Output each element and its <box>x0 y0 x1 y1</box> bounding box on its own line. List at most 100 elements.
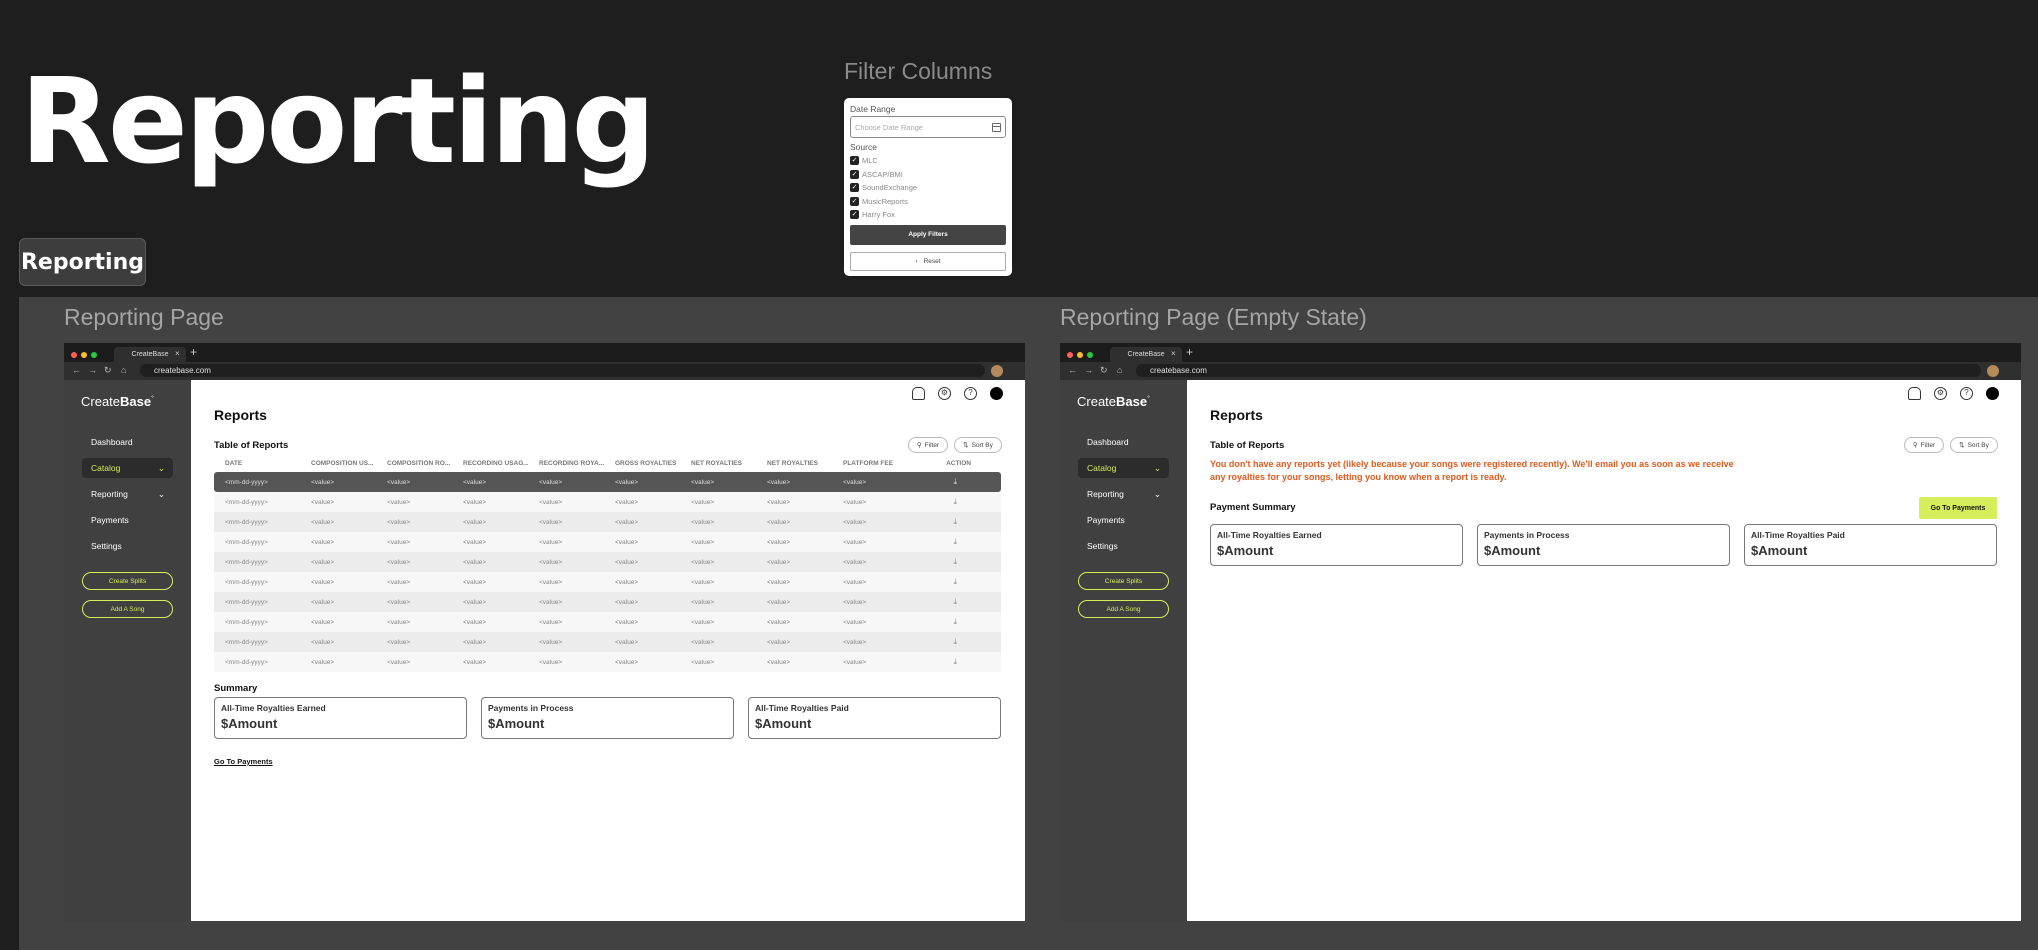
minimize-window-dot[interactable] <box>1077 352 1083 358</box>
reload-icon[interactable]: ↻ <box>104 365 112 376</box>
minimize-window-dot[interactable] <box>81 352 87 358</box>
maximize-window-dot[interactable] <box>1087 352 1093 358</box>
url-input[interactable]: createbase.com <box>1136 364 1981 377</box>
close-window-dot[interactable] <box>1067 352 1073 358</box>
source-checkbox-harryfox[interactable]: ✓ Harry Fox <box>850 208 1006 222</box>
card-value: $Amount <box>1484 543 1541 558</box>
column-header-net-royalties-2[interactable]: NET ROYALTIES <box>756 460 832 472</box>
top-icon-bar: ⚙ ? <box>1908 387 1999 400</box>
sort-by-button[interactable]: ⇅ Sort By <box>1950 437 1998 453</box>
new-tab-icon[interactable]: + <box>1186 345 1193 359</box>
reload-icon[interactable]: ↻ <box>1100 365 1108 376</box>
column-header-recording-usage[interactable]: RECORDING USAG... <box>452 460 528 472</box>
download-icon[interactable]: ⤓ <box>908 477 1001 487</box>
card-label: All-Time Royalties Earned <box>221 703 326 713</box>
forward-icon[interactable]: → <box>88 365 97 375</box>
add-song-button[interactable]: Add A Song <box>1078 600 1169 618</box>
go-to-payments-link[interactable]: Go To Payments <box>214 757 273 766</box>
top-icon-bar: ⚙ ? <box>912 387 1003 400</box>
gear-icon[interactable]: ⚙ <box>1934 387 1947 400</box>
table-row[interactable]: <mm-dd-yyyy> <value> <value> <value> <value>… <box>214 552 1001 572</box>
download-icon[interactable]: ⤓ <box>908 637 1001 647</box>
chevron-down-icon: ⌄ <box>1153 488 1161 499</box>
forward-icon[interactable]: → <box>1084 365 1093 375</box>
download-icon[interactable]: ⤓ <box>908 557 1001 567</box>
card-value: $Amount <box>221 716 278 731</box>
apply-filters-button[interactable]: Apply Filters <box>850 224 1006 245</box>
column-header-composition-royalties[interactable]: COMPOSITION RO... <box>376 460 452 472</box>
table-row[interactable]: <mm-dd-yyyy> <value> <value> <value> <value>… <box>214 572 1001 592</box>
sidebar-item-catalog[interactable]: Catalog ⌄ <box>1078 458 1169 478</box>
source-checkbox-mlc[interactable]: ✓ MLC <box>850 154 1006 168</box>
sidebar-item-dashboard[interactable]: Dashboard <box>1078 432 1169 452</box>
sidebar-item-dashboard[interactable]: Dashboard <box>82 432 173 452</box>
profile-icon[interactable] <box>1986 387 1999 400</box>
column-header-recording-royalties[interactable]: RECORDING ROYA... <box>528 460 604 472</box>
close-tab-icon[interactable]: × <box>1171 349 1176 358</box>
sidebar-item-catalog[interactable]: Catalog ⌄ <box>82 458 173 478</box>
download-icon[interactable]: ⤓ <box>908 657 1001 667</box>
home-icon[interactable]: ⌂ <box>1117 365 1122 375</box>
maximize-window-dot[interactable] <box>91 352 97 358</box>
column-header-gross-royalties[interactable]: GROSS ROYALTIES <box>604 460 680 472</box>
help-icon[interactable]: ? <box>964 387 977 400</box>
sidebar-item-settings[interactable]: Settings <box>1078 536 1169 556</box>
table-row[interactable]: <mm-dd-yyyy> <value> <value> <value> <value>… <box>214 632 1001 652</box>
sidebar-item-settings[interactable]: Settings <box>82 536 173 556</box>
column-header-composition-usage[interactable]: COMPOSITION US... <box>300 460 376 472</box>
close-window-dot[interactable] <box>71 352 77 358</box>
new-tab-icon[interactable]: + <box>190 345 197 359</box>
create-splits-button[interactable]: Create Splits <box>82 572 173 590</box>
download-icon[interactable]: ⤓ <box>908 617 1001 627</box>
date-cell: <mm-dd-yyyy> <box>225 578 268 586</box>
table-row[interactable]: <mm-dd-yyyy> <value> <value> <value> <value>… <box>214 592 1001 612</box>
go-to-payments-button[interactable]: Go To Payments <box>1919 497 1997 519</box>
download-icon[interactable]: ⤓ <box>908 577 1001 587</box>
column-header-platform-fee[interactable]: PLATFORM FEE <box>832 460 908 472</box>
close-tab-icon[interactable]: × <box>175 349 180 358</box>
date-range-input[interactable]: Choose Date Range <box>850 116 1006 138</box>
column-header-net-royalties[interactable]: NET ROYALTIES <box>680 460 756 472</box>
help-icon[interactable]: ? <box>1960 387 1973 400</box>
create-splits-button[interactable]: Create Splits <box>1078 572 1169 590</box>
sort-by-button[interactable]: ⇅ Sort By <box>954 437 1002 453</box>
gear-icon[interactable]: ⚙ <box>938 387 951 400</box>
add-song-button[interactable]: Add A Song <box>82 600 173 618</box>
table-row[interactable]: <mm-dd-yyyy> <value> <value> <value> <value>… <box>214 512 1001 532</box>
download-icon[interactable]: ⤓ <box>908 597 1001 607</box>
source-checkbox-soundexchange[interactable]: ✓ SoundExchange <box>850 181 1006 195</box>
table-row[interactable]: <mm-dd-yyyy> <value> <value> <value> <value>… <box>214 492 1001 512</box>
reporting-section-pill[interactable]: Reporting <box>19 238 146 286</box>
column-header-date[interactable]: DATE <box>214 460 300 472</box>
bell-icon[interactable] <box>912 387 925 400</box>
sidebar-item-reporting[interactable]: Reporting ⌄ <box>82 484 173 504</box>
download-icon[interactable]: ⤓ <box>908 497 1001 507</box>
table-row[interactable]: <mm-dd-yyyy> <value> <value> <value> <value>… <box>214 652 1001 672</box>
back-icon[interactable]: ← <box>1068 365 1077 375</box>
download-icon[interactable]: ⤓ <box>908 517 1001 527</box>
download-icon[interactable]: ⤓ <box>908 537 1001 547</box>
url-input[interactable]: createbase.com <box>140 364 985 377</box>
profile-avatar[interactable] <box>991 365 1003 377</box>
browser-address-bar: ← → ↻ ⌂ createbase.com <box>1060 362 2021 380</box>
source-checkbox-ascap[interactable]: ✓ ASCAP/BMI <box>850 168 1006 182</box>
profile-avatar[interactable] <box>1987 365 1999 377</box>
filter-button[interactable]: ⚲ Filter <box>908 437 948 453</box>
profile-icon[interactable] <box>990 387 1003 400</box>
table-row[interactable]: <mm-dd-yyyy> <value> <value> <value> <value>… <box>214 612 1001 632</box>
table-row[interactable]: <mm-dd-yyyy> <value> <value> <value> <value>… <box>214 472 1001 492</box>
sidebar-item-payments[interactable]: Payments <box>1078 510 1169 530</box>
back-icon[interactable]: ← <box>72 365 81 375</box>
sidebar-item-reporting[interactable]: Reporting ⌄ <box>1078 484 1169 504</box>
bell-icon[interactable] <box>1908 387 1921 400</box>
source-checkbox-musicreports[interactable]: ✓ MusicReports <box>850 195 1006 209</box>
sidebar-item-label: Payments <box>1087 515 1125 525</box>
filter-button[interactable]: ⚲ Filter <box>1904 437 1944 453</box>
home-icon[interactable]: ⌂ <box>121 365 126 375</box>
checkbox-checked-icon: ✓ <box>850 156 859 166</box>
value-cell: <value> <box>387 618 411 626</box>
reset-button[interactable]: › Reset <box>850 251 1006 271</box>
summary-card-paid: All-Time Royalties Paid $Amount <box>748 697 1001 739</box>
table-row[interactable]: <mm-dd-yyyy> <value> <value> <value> <value>… <box>214 532 1001 552</box>
sidebar-item-payments[interactable]: Payments <box>82 510 173 530</box>
